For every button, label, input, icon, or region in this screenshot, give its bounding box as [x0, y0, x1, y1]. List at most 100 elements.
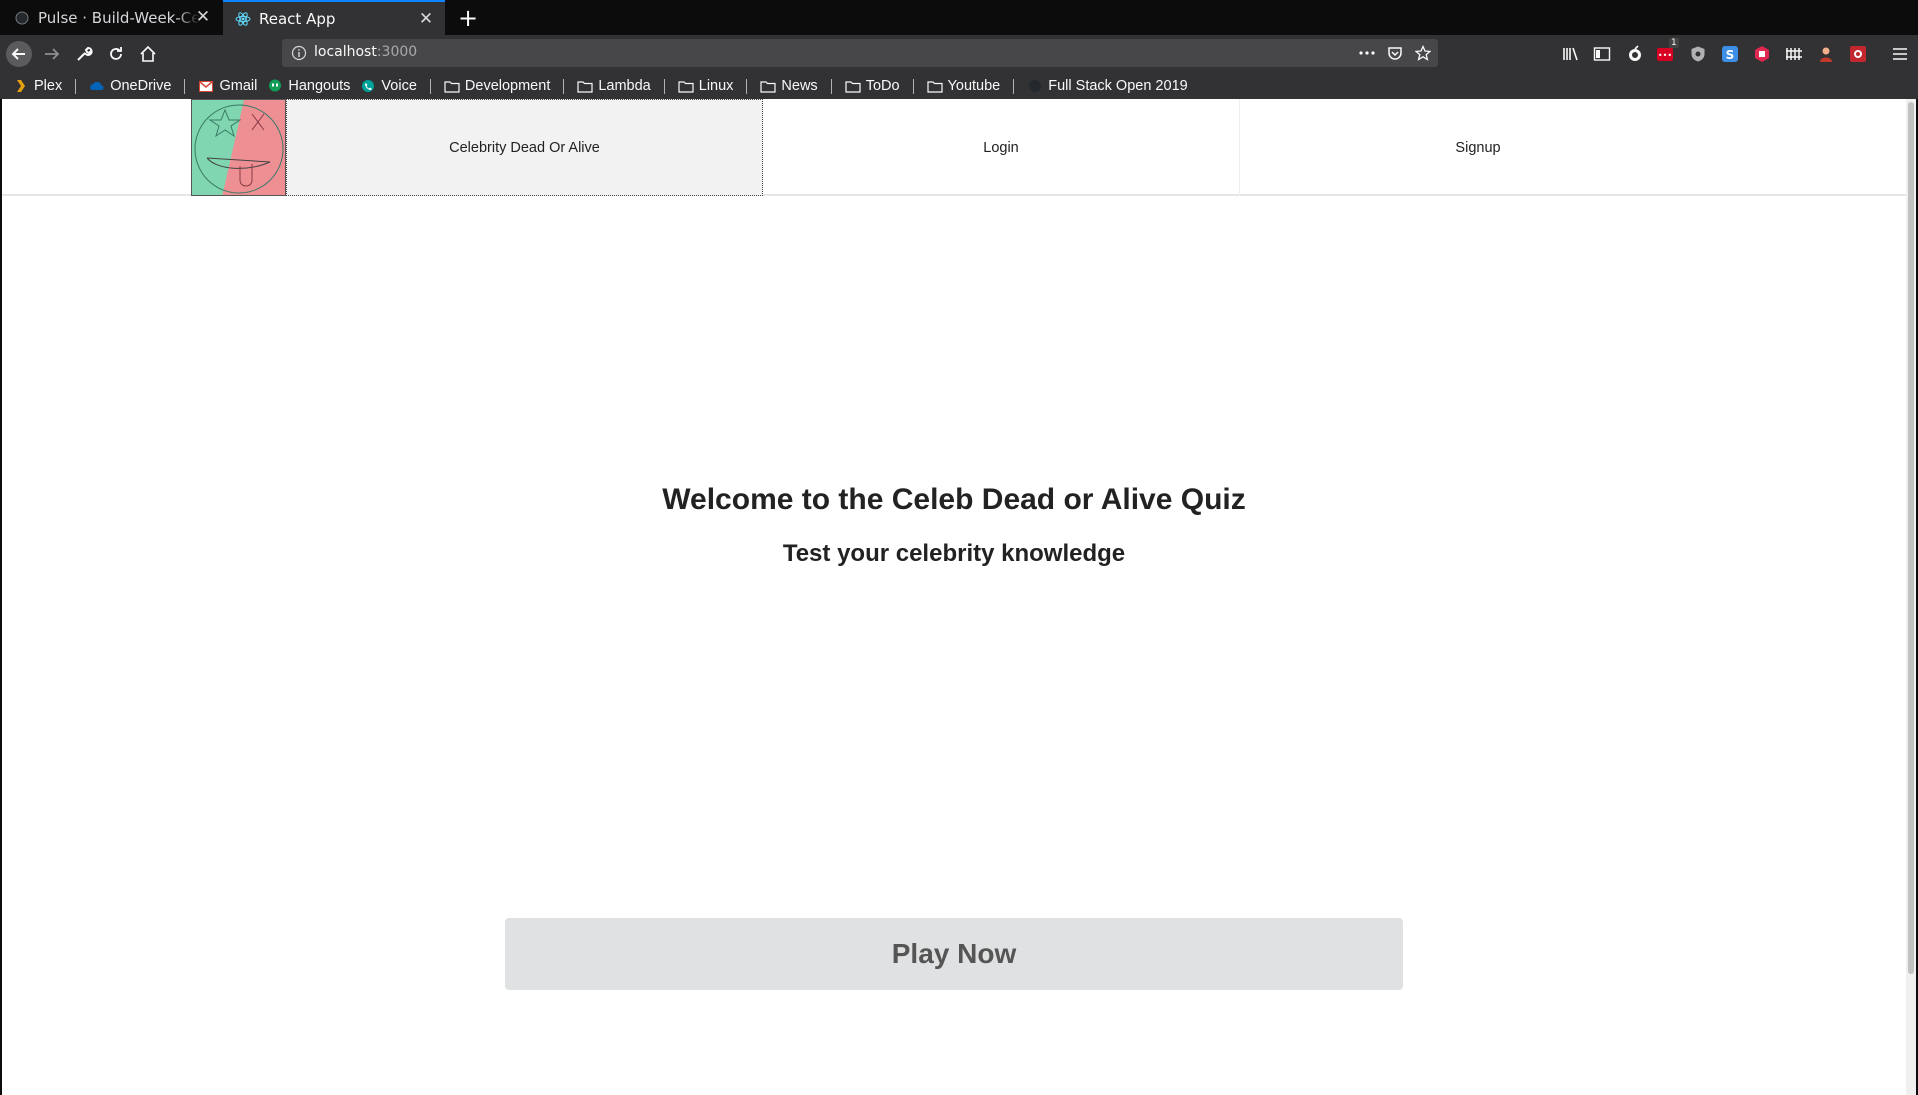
bookmark-label: Linux	[698, 78, 734, 94]
bookmark-onedrive[interactable]: OneDrive	[86, 75, 174, 97]
forward-arrow-icon	[45, 48, 60, 60]
page-viewport: Celebrity Dead Or Alive Login Signup Wel…	[2, 99, 1916, 1095]
url-text[interactable]: localhost:3000	[314, 44, 417, 60]
extension-icon[interactable]	[1625, 44, 1645, 64]
bookmarks-toolbar: Plex OneDrive Gmail Hangouts Voice Devel…	[0, 73, 1918, 99]
bookmark-separator	[429, 78, 431, 94]
extension-square-icon[interactable]	[1848, 44, 1868, 64]
pulse-icon	[14, 10, 30, 26]
tab-strip: Pulse · Build-Week-Celeb ✕ React App ✕ +	[0, 0, 1918, 35]
bookmark-full-stack-open[interactable]: Full Stack Open 2019	[1024, 75, 1190, 97]
extension-red-icon[interactable]	[1752, 44, 1772, 64]
bookmark-label: Plex	[34, 78, 63, 94]
bookmark-label: Lambda	[598, 78, 651, 94]
url-host: localhost	[314, 44, 377, 60]
bookmark-folder-development[interactable]: Development	[441, 75, 553, 97]
bookmark-separator	[563, 78, 565, 94]
bookmark-folder-todo[interactable]: ToDo	[842, 75, 903, 97]
extension-person-icon[interactable]	[1816, 44, 1836, 64]
wrench-icon	[77, 47, 93, 61]
library-icon[interactable]	[1561, 44, 1581, 64]
url-port: :3000	[376, 44, 418, 60]
react-icon	[235, 11, 251, 27]
bookmark-folder-news[interactable]: News	[757, 75, 820, 97]
bookmark-label: OneDrive	[110, 78, 172, 94]
home-button[interactable]	[134, 40, 162, 68]
scrollbar-thumb[interactable]	[1908, 102, 1914, 974]
play-now-button[interactable]: Play Now	[505, 918, 1403, 990]
pocket-icon[interactable]	[1385, 44, 1405, 62]
dead-or-alive-logo[interactable]	[191, 99, 286, 196]
developer-tools-button[interactable]	[70, 40, 98, 68]
site-info-icon[interactable]	[291, 45, 307, 61]
bookmark-star-icon[interactable]	[1413, 44, 1433, 62]
new-tab-button[interactable]: +	[455, 4, 481, 32]
folder-icon	[926, 78, 943, 94]
tab-pulse[interactable]: Pulse · Build-Week-Celeb ✕	[0, 0, 222, 35]
page-scrollbar[interactable]	[1906, 99, 1916, 1095]
bookmark-label: Gmail	[219, 78, 258, 94]
home-icon	[140, 45, 156, 62]
tab-title: React App	[259, 9, 336, 28]
forward-button[interactable]	[38, 40, 66, 68]
folder-icon	[678, 78, 694, 94]
voice-icon	[360, 78, 376, 94]
sidebar-icon[interactable]	[1592, 44, 1612, 64]
bookmark-separator	[1013, 78, 1015, 94]
bookmark-label: News	[781, 78, 818, 94]
bookmark-label: Youtube	[947, 78, 1001, 94]
bookmark-label: Development	[464, 78, 551, 94]
nav-login-link[interactable]: Login	[763, 99, 1239, 196]
bookmark-separator	[912, 78, 914, 94]
onedrive-icon	[89, 78, 105, 94]
extension-badge-count: 1	[1669, 38, 1679, 48]
extension-badge-icon[interactable]: ••• 1	[1656, 38, 1679, 64]
close-tab-icon[interactable]: ✕	[417, 9, 435, 29]
close-tab-icon[interactable]: ✕	[194, 7, 212, 27]
extension-s-icon[interactable]: S	[1720, 44, 1740, 64]
bookmark-separator	[830, 78, 832, 94]
hero-title: Welcome to the Celeb Dead or Alive Quiz	[662, 483, 1246, 516]
bookmark-separator	[663, 78, 665, 94]
gmail-icon	[198, 78, 214, 94]
github-icon	[1027, 78, 1043, 94]
back-button[interactable]	[5, 40, 33, 68]
bookmark-label: Hangouts	[288, 78, 351, 94]
bookmark-label: Voice	[381, 78, 417, 94]
tab-title: Pulse · Build-Week-Celeb	[38, 8, 200, 27]
bookmark-gmail[interactable]: Gmail	[195, 75, 260, 97]
svg-text:S: S	[1726, 48, 1735, 62]
bookmark-folder-lambda[interactable]: Lambda	[574, 75, 653, 97]
tab-react-app[interactable]: React App ✕	[223, 0, 445, 35]
folder-icon	[760, 78, 777, 94]
plex-icon	[13, 78, 29, 94]
bookmark-folder-linux[interactable]: Linux	[675, 75, 737, 97]
page-actions-icon[interactable]	[1357, 44, 1377, 62]
bookmark-separator	[184, 78, 186, 94]
address-bar[interactable]: localhost:3000	[282, 39, 1438, 67]
bookmark-folder-youtube[interactable]: Youtube	[924, 75, 1004, 97]
bookmark-hangouts[interactable]: Hangouts	[264, 75, 353, 97]
reload-button[interactable]	[102, 40, 130, 68]
back-arrow-icon	[6, 41, 32, 67]
reload-icon	[110, 47, 122, 60]
folder-icon	[444, 78, 460, 94]
hero-subtitle: Test your celebrity knowledge	[782, 540, 1126, 567]
folder-icon	[845, 78, 861, 94]
bookmark-separator	[75, 78, 77, 94]
navigation-toolbar: localhost:3000 ••• 1 S	[0, 35, 1918, 73]
folder-icon	[577, 78, 593, 94]
privacy-icon[interactable]	[1688, 44, 1708, 64]
bookmark-label: Full Stack Open 2019	[1048, 78, 1188, 94]
nav-home-link[interactable]: Celebrity Dead Or Alive	[286, 99, 763, 196]
bookmark-voice[interactable]: Voice	[357, 75, 419, 97]
bookmark-separator	[746, 78, 748, 94]
bookmark-plex[interactable]: Plex	[10, 75, 65, 97]
hangouts-icon	[267, 78, 283, 94]
extension-bars-icon[interactable]	[1784, 44, 1804, 64]
bookmark-label: ToDo	[865, 78, 900, 94]
site-navbar: Celebrity Dead Or Alive Login Signup	[2, 99, 1906, 196]
menu-icon[interactable]	[1890, 44, 1910, 64]
nav-signup-link[interactable]: Signup	[1239, 99, 1716, 196]
svg-text:•••: •••	[1658, 51, 1672, 60]
